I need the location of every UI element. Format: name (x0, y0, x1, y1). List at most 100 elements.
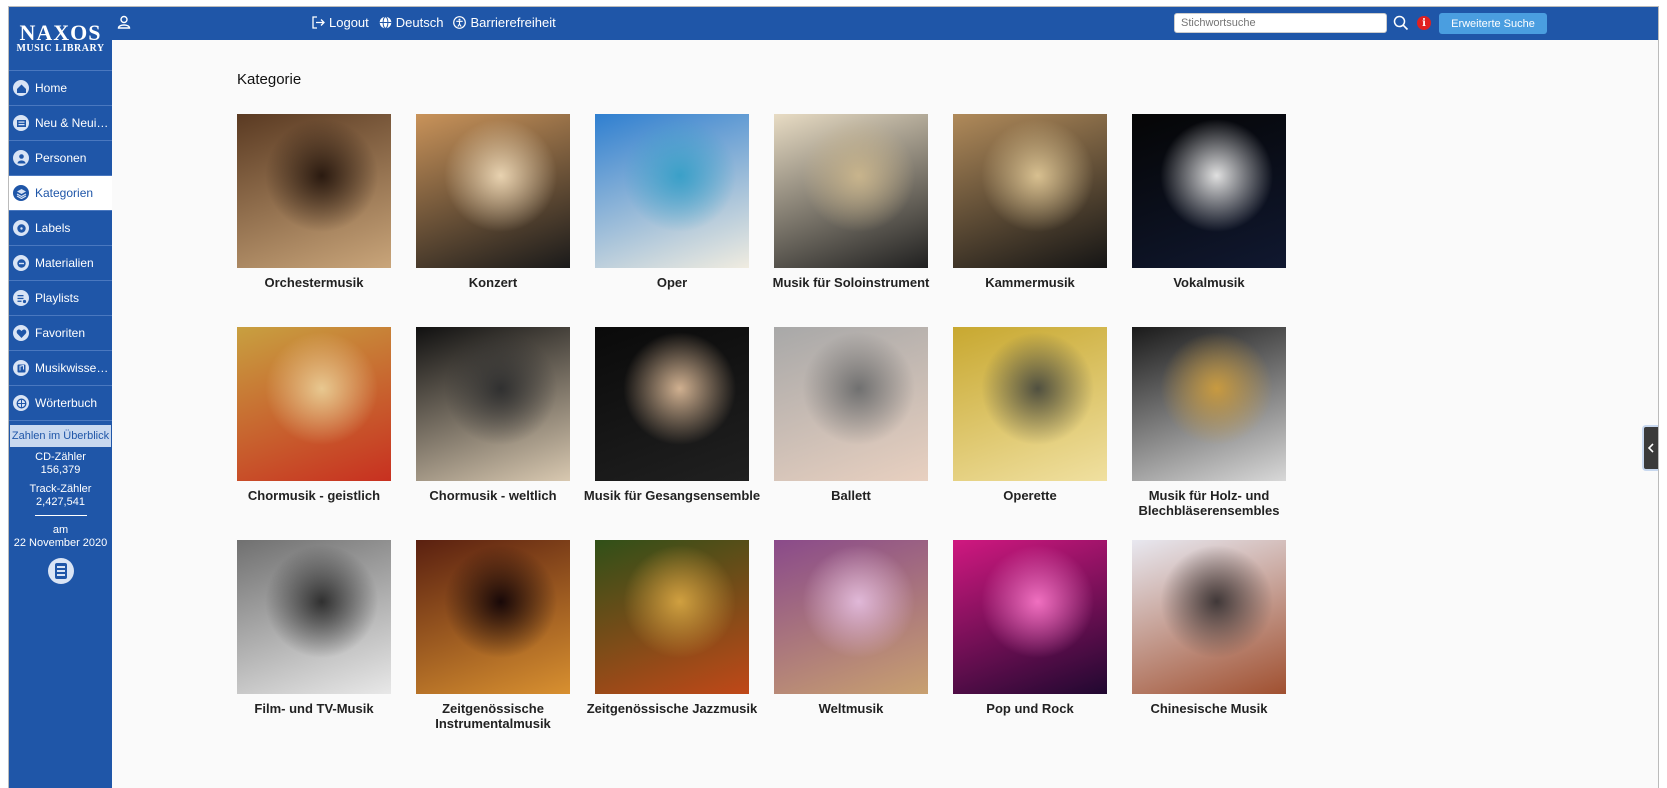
category-card[interactable]: Ballett (774, 327, 954, 503)
sidebar-item-label: Musikwissenschaft (35, 361, 111, 375)
category-card[interactable]: Zeitgenössische Instrumentalmusik (416, 540, 596, 731)
sidebar-item-8[interactable]: Favoriten (9, 316, 112, 351)
category-label[interactable]: Pop und Rock (940, 701, 1120, 716)
category-label[interactable]: Kammermusik (940, 275, 1120, 290)
logout-link[interactable]: Logout (312, 15, 369, 30)
category-card[interactable]: Chinesische Musik (1132, 540, 1312, 716)
logout-icon (312, 16, 325, 29)
category-label[interactable]: Ballett (761, 488, 941, 503)
sidebar-item-10[interactable]: Wörterbuch (9, 386, 112, 421)
category-image[interactable] (953, 114, 1107, 268)
category-card[interactable]: Chormusik - geistlich (237, 327, 417, 503)
sidebar-item-5[interactable]: Labels (9, 211, 112, 246)
category-card[interactable]: Musik für Holz- und Blechbläserensembles (1132, 327, 1312, 518)
music-knowledge-icon (13, 360, 29, 376)
sidebar-nav: Home Neu & Neuigkeiten Personen Kategorien L… (9, 71, 112, 421)
category-card[interactable]: Chormusik - weltlich (416, 327, 596, 503)
sidebar-item-2[interactable]: Neu & Neuigkeiten (9, 106, 112, 141)
category-card[interactable]: Pop und Rock (953, 540, 1133, 716)
category-image[interactable] (774, 114, 928, 268)
naxos-logo[interactable]: NAXOS MUSIC LIBRARY (9, 7, 112, 71)
sidebar-item-label: Wörterbuch (35, 396, 98, 410)
category-label[interactable]: Musik für Soloinstrument (761, 275, 941, 290)
category-card[interactable]: Musik für Soloinstrument (773, 114, 954, 290)
category-image[interactable] (237, 327, 391, 481)
category-image[interactable] (416, 540, 570, 694)
category-label[interactable]: Chormusik - geistlich (224, 488, 404, 503)
info-icon[interactable]: i (1417, 16, 1431, 30)
category-image[interactable] (416, 327, 570, 481)
category-label[interactable]: Musik für Gesangsensemble (582, 488, 762, 503)
category-card[interactable]: Konzert (416, 114, 596, 290)
category-label[interactable]: Weltmusik (761, 701, 941, 716)
category-image[interactable] (774, 540, 928, 694)
category-card[interactable]: Musik für Gesangsensemble (584, 327, 775, 503)
sidebar-item-7[interactable]: Playlists (9, 281, 112, 316)
sidebar-item-label: Favoriten (35, 326, 86, 340)
sidebar-item-3[interactable]: Personen (9, 141, 112, 176)
category-image[interactable] (1132, 114, 1286, 268)
globe-icon (379, 16, 392, 29)
sidebar-item-label: Kategorien (35, 186, 94, 200)
sidebar-item-label: Materialien (35, 256, 94, 270)
user-icon[interactable] (117, 15, 131, 29)
top-links: Logout Deutsch Barrierefreiheit (312, 15, 556, 30)
category-card[interactable]: Zeitgenössische Jazzmusik (587, 540, 775, 716)
category-card[interactable]: Weltmusik (774, 540, 954, 716)
category-image[interactable] (595, 327, 749, 481)
category-label[interactable]: Operette (940, 488, 1120, 503)
category-label[interactable]: Vokalmusik (1119, 275, 1299, 290)
stats-panel: CD-Zähler 156,379 Track-Zähler 2,427,541… (9, 451, 112, 584)
category-label[interactable]: Zeitgenössische Instrumentalmusik (403, 701, 583, 731)
category-image[interactable] (1132, 540, 1286, 694)
category-image[interactable] (953, 540, 1107, 694)
category-image[interactable] (237, 540, 391, 694)
label-icon (13, 220, 29, 236)
cd-counter-label: CD-Zähler (35, 451, 86, 463)
category-card[interactable]: Oper (595, 114, 775, 290)
sidebar: NAXOS MUSIC LIBRARY Home Neu & Neuigkeite… (9, 7, 112, 788)
category-image[interactable] (595, 114, 749, 268)
home-icon (13, 80, 29, 96)
category-card[interactable]: Film- und TV-Musik (237, 540, 417, 716)
sidebar-item-1[interactable]: Home (9, 71, 112, 106)
category-label[interactable]: Musik für Holz- und Blechbläserensembles (1119, 488, 1299, 518)
sidebar-item-4[interactable]: Kategorien (9, 176, 112, 211)
stats-date: 22 November 2020 (13, 537, 108, 549)
sidebar-item-9[interactable]: Musikwissenschaft (9, 351, 112, 386)
stats-overview-button[interactable]: Zahlen im Überblick (10, 425, 111, 447)
category-card[interactable]: Vokalmusik (1132, 114, 1312, 290)
language-label: Deutsch (395, 15, 444, 30)
search-icon[interactable] (1393, 15, 1409, 31)
sidebar-item-6[interactable]: Materialien (9, 246, 112, 281)
advanced-search-button[interactable]: Erweiterte Suche (1439, 13, 1547, 34)
side-panel-toggle[interactable] (1642, 425, 1658, 471)
accessibility-icon (453, 16, 467, 29)
category-label[interactable]: Film- und TV-Musik (224, 701, 404, 716)
category-label[interactable]: Konzert (403, 275, 583, 290)
keyword-search-input[interactable] (1174, 13, 1387, 33)
sidebar-item-label: Home (35, 81, 68, 95)
category-image[interactable] (1132, 327, 1286, 481)
category-card[interactable]: Operette (953, 327, 1133, 503)
category-card[interactable]: Orchestermusik (237, 114, 417, 290)
top-bar: Logout Deutsch Barrierefreiheit i Erweit… (112, 7, 1658, 40)
category-label[interactable]: Oper (582, 275, 762, 290)
category-label[interactable]: Orchestermusik (224, 275, 404, 290)
category-card[interactable]: Kammermusik (953, 114, 1133, 290)
category-label[interactable]: Chinesische Musik (1119, 701, 1299, 716)
mobile-app-icon[interactable] (47, 558, 74, 584)
logo-sub-text: MUSIC LIBRARY (16, 42, 105, 54)
category-image[interactable] (774, 327, 928, 481)
accessibility-link[interactable]: Barrierefreiheit (453, 15, 556, 30)
category-image[interactable] (416, 114, 570, 268)
category-image[interactable] (595, 540, 749, 694)
category-label[interactable]: Chormusik - weltlich (403, 488, 583, 503)
cd-counter-value: 156,379 (40, 464, 81, 476)
category-image[interactable] (953, 327, 1107, 481)
language-link[interactable]: Deutsch (379, 15, 444, 30)
category-image[interactable] (237, 114, 391, 268)
heart-icon (13, 325, 29, 341)
category-label[interactable]: Zeitgenössische Jazzmusik (582, 701, 762, 716)
dictionary-icon (13, 395, 29, 411)
